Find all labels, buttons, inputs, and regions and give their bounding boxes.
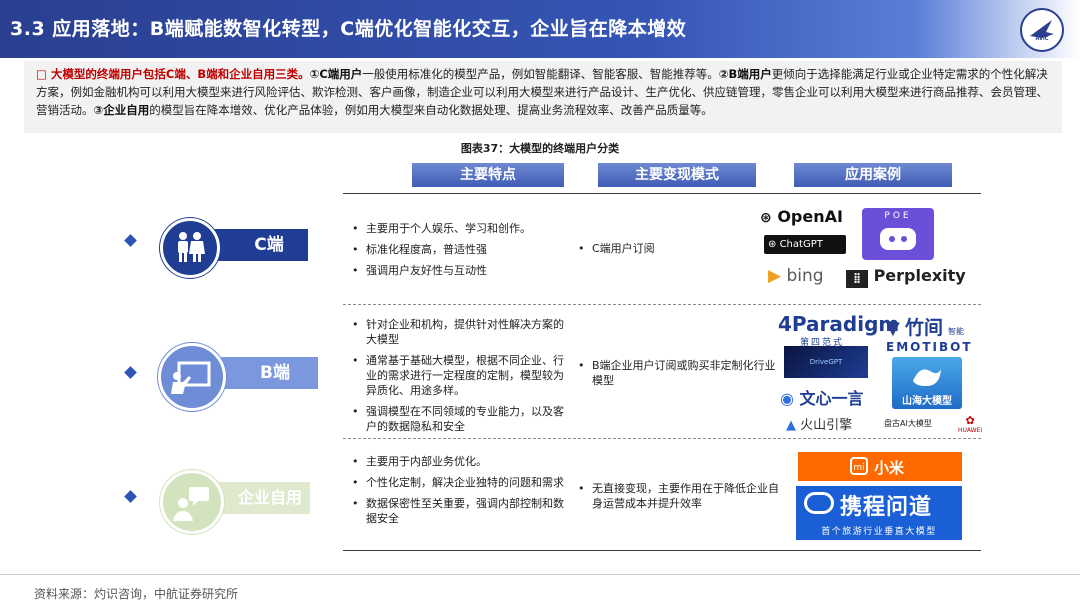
logo-text: HUAWEI (958, 427, 983, 434)
4paradigm-logo: 4Paradigm 第四范式 (778, 313, 899, 348)
ctrip-wendao-logo: 携程问道 首个旅游行业垂直大模型 (796, 486, 962, 540)
avic-logo: AVIC (1020, 8, 1064, 52)
diamond-bullet-icon (124, 234, 137, 247)
emotibot-mark-icon: ▼ (886, 318, 900, 339)
logo-text: Perplexity (873, 266, 966, 285)
xiaomi-logo: mi 小米 (798, 452, 962, 481)
feature-item: 数据保密性至关重要，强调内部控制和数据安全 (350, 496, 572, 526)
logo-text: 山海大模型 (902, 396, 952, 407)
logo-text: AVIC (1035, 36, 1049, 42)
intro-box: □ 大模型的终端用户包括C端、B端和企业自用三类。①C端用户一般使用标准化的模型… (24, 61, 1062, 133)
logo-text: bing (786, 266, 824, 286)
table-top-rule (343, 193, 981, 194)
logo-subtext: 智能 (948, 327, 965, 336)
chat-bubble-icon (804, 492, 834, 514)
footer-divider (0, 574, 1080, 575)
robot-icon (880, 228, 916, 250)
source-note: 资料来源：灼识咨询，中航证券研究所 (34, 587, 239, 601)
category-c: C端 (160, 218, 320, 278)
num-2: ② (718, 67, 729, 81)
logo-text-en: EMOTIBOT (886, 340, 973, 354)
huawei-petal-icon: ✿ (965, 414, 975, 427)
intro-lead: 大模型的终端用户包括C端、B端和企业自用三类。 (50, 67, 310, 81)
figure-title: 图表37：大模型的终端用户分类 (460, 142, 620, 155)
perplexity-logo: ⣿ Perplexity (846, 266, 966, 288)
feature-item: 标准化程度高，普适性强 (350, 242, 575, 257)
feature-item: 针对企业和机构，提供针对性解决方案的大模型 (350, 317, 572, 347)
feature-item: 强调模型在不同领域的专业能力，以及客户的数据隐私和安全 (350, 404, 572, 434)
chatgpt-logo: ⊛ ChatGPT (764, 235, 846, 254)
huawei-logo: ✿ HUAWEI (958, 414, 982, 434)
openai-logo: ⊛ OpenAI (760, 207, 843, 226)
intro-paragraph: □ 大模型的终端用户包括C端、B端和企业自用三类。①C端用户一般使用标准化的模型… (36, 65, 1054, 119)
plane-icon (1030, 20, 1054, 38)
volcengine-logo: ▲ 火山引擎 (786, 414, 852, 433)
intro-self-text: 的模型旨在降本增效、优化产品体验，例如用大模型来自动化数据处理、提高业务流程效率… (149, 103, 713, 117)
feature-item: 主要用于内部业务优化。 (350, 454, 572, 469)
mi-icon: mi (850, 457, 868, 475)
wenxin-logo: ◉ 文心一言 (780, 385, 864, 409)
logo-text: 火山引擎 (800, 418, 853, 433)
intro-b-user: B端用户 (728, 67, 772, 81)
page-title: 3.3 应用落地：B端赋能数智化转型，C端优化智能化交互，企业旨在降本增效 (10, 18, 687, 40)
feature-item: 主要用于个人娱乐、学习和创作。 (350, 221, 575, 236)
diamond-bullet-icon (124, 490, 137, 503)
num-1: ① (309, 67, 320, 81)
features-list-b: 针对企业和机构，提供针对性解决方案的大模型 通常基于基础大模型，根据不同企业、行… (350, 317, 572, 440)
feature-item: 通常基于基础大模型，根据不同企业、行业的需求进行一定程度的定制，模型较为异质化、… (350, 353, 572, 398)
monetization-c: C端用户订阅 (576, 241, 782, 256)
volcano-icon: ▲ (786, 418, 796, 433)
logo-text: 4Paradigm (778, 312, 900, 336)
column-header-features: 主要特点 (412, 163, 564, 187)
chat-person-icon (160, 470, 224, 534)
pangu-logo: 盘古AI大模型 (884, 419, 932, 428)
intro-c-text: 一般使用标准化的模型产品，例如智能翻译、智能客服、智能推荐等。 (362, 67, 719, 81)
category-label: B端 (260, 363, 290, 383)
logo-subtext: 首个旅游行业垂直大模型 (821, 527, 937, 537)
openai-knot-icon: ⊛ (760, 210, 772, 226)
grid-icon: ⣿ (846, 270, 868, 288)
logo-text: ChatGPT (779, 239, 823, 250)
bullet-square-icon: □ (36, 67, 51, 81)
logo-text: POE (884, 211, 912, 221)
feature-item: 强调用户友好性与互动性 (350, 263, 575, 278)
category-label: C端 (254, 235, 284, 255)
logo-text: 小米 (874, 459, 905, 477)
category-label: 企业自用 (237, 488, 302, 507)
emotibot-logo: ▼ 竹间 智能 EMOTIBOT (886, 313, 973, 354)
column-header-cases: 应用案例 (794, 163, 952, 187)
openai-knot-icon: ⊛ (768, 239, 777, 250)
header-banner: 3.3 应用落地：B端赋能数智化转型，C端优化智能化交互，企业旨在降本增效 AV… (0, 0, 1080, 58)
num-3: ③ (93, 103, 104, 117)
category-b: B端 (158, 343, 330, 411)
features-list-self-use: 主要用于内部业务优化。 个性化定制，解决企业独特的问题和需求 数据保密性至关重要… (350, 454, 572, 532)
monetization-self-use: 无直接变现，主要作用在于降低企业自身运营成本并提升效率 (576, 481, 782, 511)
intro-c-user: C端用户 (319, 67, 363, 81)
intro-self-use: 企业自用 (103, 103, 150, 117)
poe-logo: POE (862, 208, 934, 260)
logo-text: 文心一言 (799, 389, 864, 408)
drivegpt-logo: DriveGPT (784, 346, 868, 378)
logo-text: 竹间 (904, 317, 943, 339)
people-icon (160, 218, 220, 278)
wenxin-mark-icon: ◉ (780, 389, 794, 408)
feature-item: 个性化定制，解决企业独特的问题和需求 (350, 475, 572, 490)
features-list-c: 主要用于个人娱乐、学习和创作。 标准化程度高，普适性强 强调用户友好性与互动性 (350, 221, 575, 284)
shanhai-logo: 山海大模型 (892, 357, 962, 409)
column-header-monetization: 主要变现模式 (598, 163, 756, 187)
monetization-b: B端企业用户订阅或购买非定制化行业模型 (576, 358, 782, 388)
table-bottom-rule (343, 550, 981, 551)
bing-b-icon: ▶ (768, 266, 782, 286)
diamond-bullet-icon (124, 366, 137, 379)
presentation-icon (158, 343, 226, 411)
wave-icon (913, 369, 941, 387)
logo-text: OpenAI (777, 207, 843, 226)
logo-text: 携程问道 (840, 495, 933, 520)
bing-logo: ▶ bing (768, 266, 824, 286)
logo-text: DriveGPT (809, 358, 843, 366)
row-divider (343, 304, 981, 305)
category-self-use: 企业自用 (160, 470, 320, 534)
